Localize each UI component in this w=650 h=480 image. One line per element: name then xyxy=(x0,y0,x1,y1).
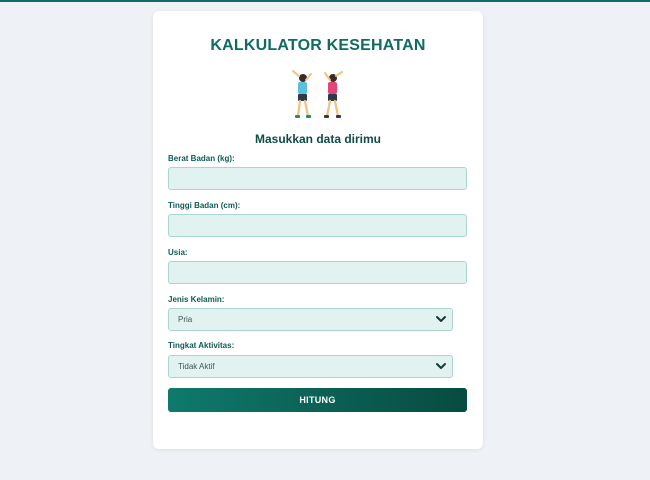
weight-label: Berat Badan (kg): xyxy=(168,154,235,163)
chevron-down-icon xyxy=(436,316,446,322)
height-input[interactable] xyxy=(168,214,467,237)
age-label: Usia: xyxy=(168,248,188,257)
activity-label: Tingkat Aktivitas: xyxy=(168,341,235,350)
form-subtitle: Masukkan data dirimu xyxy=(254,132,382,146)
gender-select[interactable]: Pria xyxy=(168,308,453,331)
calculate-button[interactable]: HITUNG xyxy=(168,388,467,412)
chevron-down-icon xyxy=(436,363,446,369)
top-border xyxy=(0,0,650,2)
age-input[interactable] xyxy=(168,261,467,284)
gender-label: Jenis Kelamin: xyxy=(168,295,225,304)
activity-select[interactable]: Tidak Aktif xyxy=(168,355,453,378)
exercising-people-icon xyxy=(292,70,343,118)
activity-selected-value: Tidak Aktif xyxy=(178,362,215,371)
calculator-card: KALKULATOR KESEHATAN Masukkan data dirim… xyxy=(153,11,483,449)
page-title: KALKULATOR KESEHATAN xyxy=(210,37,426,54)
gender-selected-value: Pria xyxy=(178,315,193,324)
weight-input[interactable] xyxy=(168,167,467,190)
height-label: Tinggi Badan (cm): xyxy=(168,201,241,210)
